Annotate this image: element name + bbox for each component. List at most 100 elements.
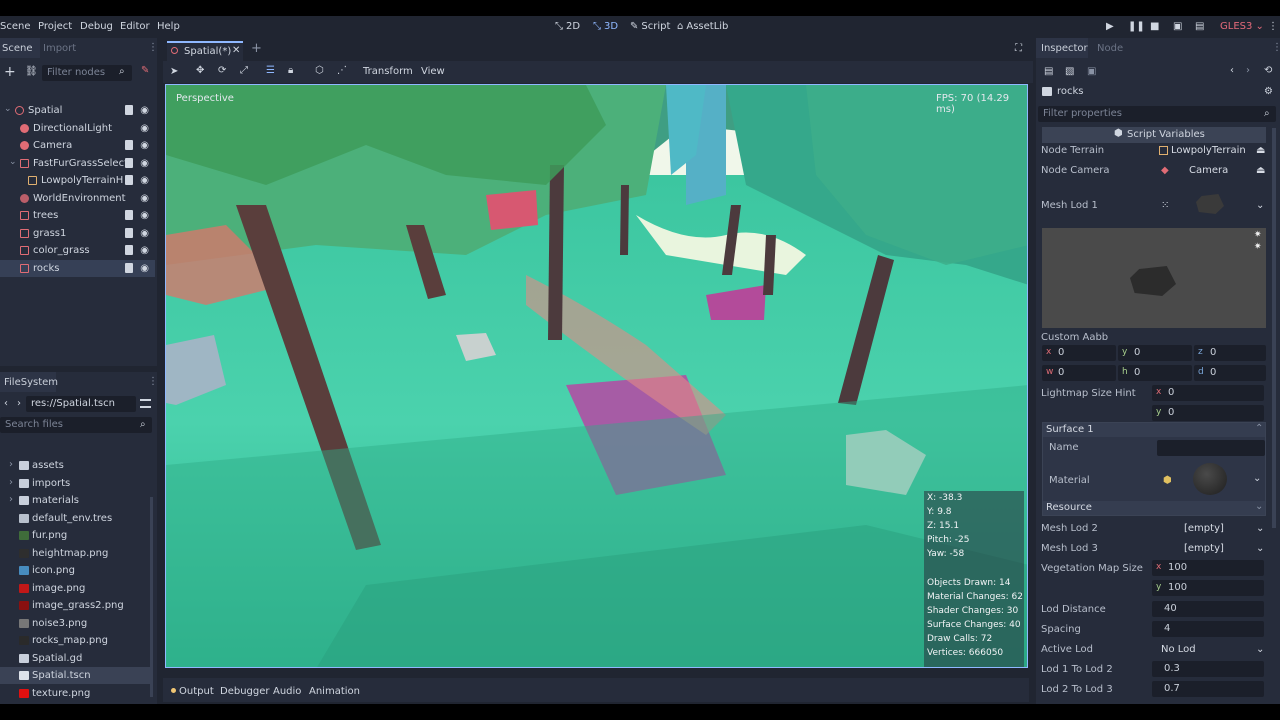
- lightmap-x-field[interactable]: x 0: [1152, 385, 1264, 401]
- file-list-item[interactable]: heightmap.png: [0, 545, 150, 562]
- history-back-icon[interactable]: ‹: [1230, 65, 1234, 76]
- forward-icon[interactable]: ›: [17, 398, 21, 409]
- snap-icon[interactable]: ⋰: [337, 65, 347, 76]
- spacing-field[interactable]: 4: [1152, 621, 1264, 637]
- scene-tree-item[interactable]: color_grass ◉: [0, 242, 155, 259]
- chevron-down-icon[interactable]: ⌄: [1255, 501, 1263, 512]
- file-list-item[interactable]: icon.png: [0, 562, 150, 579]
- aabb-w-field[interactable]: w 0: [1042, 365, 1116, 381]
- aabb-x-field[interactable]: x 0: [1042, 345, 1116, 361]
- dock-menu-icon[interactable]: ⋮: [148, 42, 158, 53]
- aabb-y-field[interactable]: y 0: [1118, 345, 1192, 361]
- history-icon[interactable]: ⟲: [1264, 65, 1272, 76]
- mesh-lod3-value[interactable]: [empty]: [1184, 543, 1224, 554]
- chevron-right-icon[interactable]: ›: [9, 459, 13, 470]
- perspective-menu[interactable]: Perspective: [176, 93, 234, 104]
- back-icon[interactable]: ‹: [4, 398, 8, 409]
- script-icon[interactable]: [125, 227, 133, 238]
- scene-tree-item[interactable]: DirectionalLight ◉: [0, 120, 155, 137]
- tab-scene[interactable]: Scene: [2, 43, 33, 54]
- active-lod-value[interactable]: No Lod: [1161, 644, 1196, 655]
- script-icon[interactable]: [125, 210, 133, 220]
- list-select-icon[interactable]: ☰: [266, 65, 275, 76]
- play-icon[interactable]: ▶: [1106, 21, 1114, 32]
- filter-properties-input[interactable]: Filter properties: [1038, 106, 1276, 122]
- visibility-eye-icon[interactable]: ◉: [140, 105, 149, 116]
- file-list-item[interactable]: default_env.tres: [0, 510, 150, 527]
- menu-scene[interactable]: Scene: [0, 21, 31, 32]
- script-icon[interactable]: [125, 262, 133, 273]
- menu-project[interactable]: Project: [38, 21, 72, 32]
- more-icon[interactable]: ⋮: [1268, 21, 1278, 32]
- lightmap-y-field[interactable]: y 0: [1152, 405, 1264, 421]
- resource-header[interactable]: Resource ⌄: [1043, 501, 1265, 515]
- scene-tree-item[interactable]: ⌄ FastFurGrassSelecti ◉: [0, 155, 155, 172]
- scene-tree-item[interactable]: trees ◉: [0, 207, 155, 224]
- add-node-icon[interactable]: +: [4, 64, 16, 80]
- renderer-select[interactable]: GLES3 ⌄: [1220, 21, 1264, 32]
- visibility-eye-icon[interactable]: ◉: [140, 263, 149, 274]
- rock-mesh-thumbnail[interactable]: [1196, 194, 1224, 214]
- mode-3d-button[interactable]: ⤡ 3D: [593, 21, 618, 32]
- light1-icon[interactable]: ✷: [1254, 230, 1262, 240]
- view-menu[interactable]: View: [421, 66, 445, 77]
- surface-name-field[interactable]: [1157, 440, 1265, 456]
- 3d-viewport[interactable]: Perspective FPS: 70 (14.29 ms) X: -38.3 …: [165, 84, 1028, 668]
- scene-tree-item[interactable]: ⌄ Spatial ◉: [0, 102, 155, 119]
- file-list-item[interactable]: noise3.png: [0, 615, 150, 632]
- chevron-down-icon[interactable]: ⌄: [4, 104, 12, 114]
- tab-animation[interactable]: Animation: [309, 686, 360, 697]
- lod2-to-lod3-field[interactable]: 0.7: [1152, 681, 1264, 697]
- close-icon[interactable]: ✕: [232, 45, 240, 56]
- aabb-z-field[interactable]: z 0: [1194, 345, 1266, 361]
- history-forward-icon[interactable]: ›: [1246, 65, 1250, 76]
- tab-debugger[interactable]: Debugger: [220, 686, 270, 697]
- distraction-free-icon[interactable]: ⛶: [1015, 43, 1022, 54]
- script-icon[interactable]: [125, 245, 133, 255]
- mesh-lod2-value[interactable]: [empty]: [1184, 523, 1224, 534]
- chevron-down-icon[interactable]: ⌄: [1256, 200, 1264, 211]
- scene-tree-item[interactable]: LowpolyTerrainH ◉: [0, 172, 155, 189]
- menu-help[interactable]: Help: [157, 21, 180, 32]
- file-list-item[interactable]: texture.png: [0, 685, 150, 702]
- dock-menu-icon[interactable]: ⋮: [1272, 42, 1280, 53]
- split-mode-icon[interactable]: [140, 399, 151, 408]
- clear-icon[interactable]: ⏏: [1256, 145, 1265, 156]
- inspector-scrollbar[interactable]: [1272, 128, 1276, 528]
- chevron-right-icon[interactable]: ›: [9, 477, 13, 488]
- scene-tab-active[interactable]: Spatial(*) ✕: [167, 41, 243, 61]
- pause-icon[interactable]: ❚❚: [1128, 21, 1145, 32]
- menu-debug[interactable]: Debug: [80, 21, 113, 32]
- node-camera-value[interactable]: Camera: [1189, 165, 1228, 176]
- file-list-item[interactable]: image.png: [0, 580, 150, 597]
- script-icon[interactable]: [125, 175, 133, 185]
- filesystem-scrollbar[interactable]: [150, 497, 153, 697]
- file-list-item[interactable]: Spatial.gd: [0, 650, 150, 667]
- mode-2d-button[interactable]: ⤡ 2D: [555, 21, 580, 32]
- play-custom-scene-icon[interactable]: ▤: [1195, 21, 1204, 32]
- link-icon[interactable]: ⛓: [25, 66, 38, 77]
- chevron-down-icon[interactable]: ⌄: [9, 157, 17, 167]
- tab-inspector[interactable]: Inspector: [1041, 43, 1088, 54]
- tab-import[interactable]: Import: [43, 43, 76, 54]
- light2-icon[interactable]: ✷: [1254, 242, 1262, 252]
- mode-assetlib-button[interactable]: ⌂ AssetLib: [677, 21, 728, 32]
- local-space-icon[interactable]: ⬡: [315, 65, 324, 76]
- lod-distance-field[interactable]: 40: [1152, 601, 1264, 617]
- tab-output[interactable]: Output: [179, 686, 214, 697]
- menu-editor[interactable]: Editor: [120, 21, 150, 32]
- script-icon[interactable]: [125, 140, 133, 150]
- visibility-eye-icon[interactable]: ◉: [140, 245, 149, 256]
- transform-menu[interactable]: Transform: [363, 66, 413, 77]
- add-scene-tab-icon[interactable]: +: [251, 41, 262, 56]
- script-icon[interactable]: [125, 157, 133, 168]
- clear-icon[interactable]: ⏏: [1256, 165, 1265, 176]
- node-terrain-value[interactable]: LowpolyTerrain: [1171, 145, 1246, 156]
- material-sphere-thumbnail[interactable]: [1193, 463, 1227, 495]
- visibility-eye-icon[interactable]: ◉: [140, 210, 149, 221]
- visibility-eye-icon[interactable]: ◉: [140, 228, 149, 239]
- scale-tool-icon[interactable]: ⤢: [240, 65, 248, 76]
- tab-filesystem[interactable]: FileSystem: [4, 377, 58, 388]
- script-icon[interactable]: [125, 105, 133, 115]
- search-files-input[interactable]: Search files: [0, 417, 152, 433]
